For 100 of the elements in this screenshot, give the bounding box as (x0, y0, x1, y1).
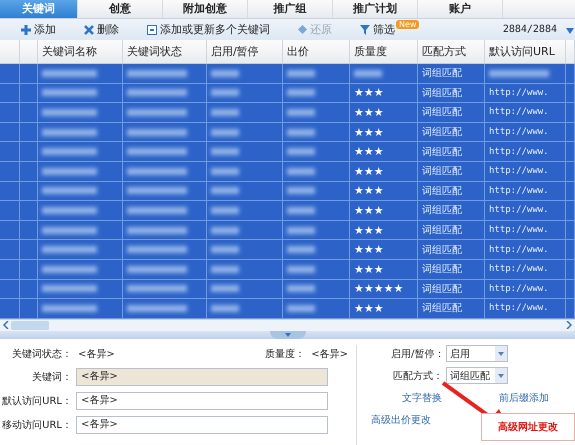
column-header[interactable]: 质量度 (350, 40, 418, 63)
star-rating: ★★★★★ (354, 282, 404, 296)
redacted-text (42, 187, 97, 194)
star-rating: ★★★ (354, 204, 384, 217)
diamond-icon (298, 25, 307, 34)
new-badge: New (396, 20, 420, 29)
redacted-text (127, 304, 187, 312)
table-row[interactable]: ★★★ 词组匹配 http://www. (0, 240, 575, 260)
scroll-thumb[interactable] (11, 320, 49, 330)
table-row[interactable]: ★★★ 词组匹配 http://www. (0, 299, 575, 319)
star-rating: ★★★ (354, 126, 384, 139)
redacted-text (127, 187, 187, 194)
redacted-text (127, 89, 187, 96)
link[interactable]: 文字替换 (371, 390, 473, 405)
table-cell: http://www. (489, 303, 549, 314)
tab[interactable]: 附加创意 (163, 0, 248, 18)
tab[interactable]: 推广计划 (333, 0, 418, 18)
table-row[interactable]: ★★★ 词组匹配 http://www. (0, 84, 575, 104)
tab[interactable]: 推广组 (248, 0, 333, 18)
table-row[interactable]: ★★★ 词组匹配 http://www. (0, 122, 575, 142)
redacted-text (42, 246, 97, 254)
column-header[interactable]: 关键词状态 (123, 40, 207, 63)
column-header[interactable]: 关键词名称 (38, 40, 123, 63)
plus-icon (21, 24, 31, 34)
table-cell: http://www. (489, 166, 549, 176)
input-field[interactable]: <各异> (76, 392, 328, 410)
toolbar-button[interactable]: 删除 (81, 22, 122, 37)
toolbar-button[interactable]: 添加或更新多个关键词 (144, 22, 273, 37)
table-row[interactable]: ★★★ 词组匹配 http://www. (0, 162, 575, 182)
table-row[interactable]: ★★★ 词组匹配 http://www. (0, 182, 575, 202)
table-cell: http://www. (489, 225, 549, 236)
redacted-text (354, 70, 382, 77)
redacted-text (127, 148, 187, 156)
redacted-text (287, 266, 315, 273)
table-row[interactable]: ★★★ 词组匹配 http://www. (0, 103, 575, 123)
redacted-text (42, 266, 97, 273)
table-cell-text: 词组匹配 (422, 244, 462, 257)
redacted-text (42, 285, 97, 292)
redacted-text (211, 206, 239, 214)
square-icon (147, 24, 157, 34)
table-cell-text: 词组匹配 (422, 263, 462, 276)
field-label: 启用/暂停： (391, 348, 443, 361)
redacted-text (42, 226, 97, 234)
table-cell-text: 词组匹配 (422, 184, 462, 198)
filter-icon (360, 24, 370, 34)
toolbar-button[interactable]: 筛选 (357, 22, 398, 37)
table-row[interactable]: ★★★ 词组匹配 http://www. (0, 142, 575, 162)
field-value: <各异> (311, 348, 348, 361)
input-field[interactable]: <各异> (76, 368, 328, 386)
dropdown[interactable]: 启用 (446, 345, 508, 362)
table-row[interactable]: ★★★★★ 词组匹配 http://www. (0, 280, 575, 300)
redacted-text (211, 266, 239, 273)
link[interactable]: 前后缀添加 (473, 390, 575, 405)
input-field[interactable]: <各异> (76, 416, 328, 434)
table-cell: http://www. (489, 88, 549, 98)
horizontal-scrollbar[interactable] (0, 318, 575, 331)
table-cell-text: 词组匹配 (422, 126, 462, 140)
callout-box: 高级网址更改 (481, 412, 575, 441)
link[interactable]: 高级出价更改 (371, 412, 473, 427)
delete-icon (84, 24, 94, 34)
table-row[interactable]: ★★★ 词组匹配 http://www. (0, 201, 575, 221)
toolbar-button[interactable]: 添加 (18, 22, 59, 37)
redacted-text (42, 304, 97, 312)
caret-icon[interactable] (566, 28, 574, 34)
table-row[interactable]: ★★★ 词组匹配 http://www. (0, 220, 575, 240)
table-row[interactable]: 词组匹配 (0, 64, 575, 84)
column-header[interactable]: 出价 (283, 40, 350, 63)
redacted-text (287, 128, 315, 136)
table-row[interactable]: ★★★ 词组匹配 http://www. (0, 260, 575, 280)
star-rating: ★★★ (354, 145, 384, 158)
caret-icon (498, 352, 504, 356)
redacted-text (127, 285, 187, 292)
redacted-text (211, 304, 239, 312)
redacted-text (211, 246, 239, 254)
redacted-text (127, 128, 187, 136)
table-cell: http://www. (489, 205, 549, 216)
table-cell: http://www. (489, 186, 549, 196)
field-label: 匹配方式： (392, 370, 443, 383)
field-label: 关键词状态： (11, 348, 72, 361)
redacted-text (287, 285, 315, 292)
tab[interactable]: 创意 (78, 0, 163, 18)
star-rating: ★★★ (354, 184, 384, 198)
column-header[interactable]: 启用/暂停 (207, 40, 283, 63)
column-header[interactable]: 默认访问URL (485, 40, 566, 63)
column-header[interactable]: 匹配方式 (418, 40, 485, 63)
redacted-text (211, 226, 239, 234)
table-cell-text: 词组匹配 (422, 302, 462, 316)
redacted-text (211, 128, 239, 136)
field-label: 质量度： (265, 348, 306, 361)
redacted-text (287, 206, 315, 214)
redacted-text (127, 206, 187, 214)
record-count: 2884/2884 (502, 24, 557, 35)
star-rating: ★★★ (354, 302, 384, 315)
star-rating: ★★★ (354, 262, 384, 276)
redacted-text (42, 128, 97, 136)
dropdown[interactable]: 词组匹配 (446, 367, 508, 384)
redacted-text (42, 70, 97, 77)
tab[interactable]: 账户 (418, 0, 503, 18)
redacted-text (42, 89, 97, 96)
redacted-text (127, 246, 187, 254)
